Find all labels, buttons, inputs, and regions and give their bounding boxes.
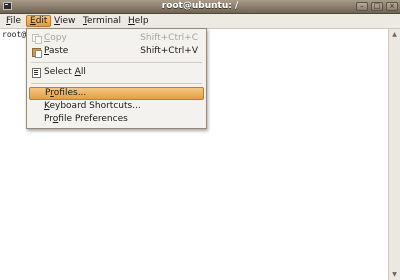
menu-file[interactable]: File xyxy=(3,15,24,27)
menu-item-keyboard-shortcuts[interactable]: Keyboard Shortcuts... xyxy=(29,100,204,113)
edit-menu-dropdown: Copy Shift+Ctrl+C Paste Shift+Ctrl+V Sel… xyxy=(26,28,207,129)
menu-help-mnemonic: H xyxy=(128,16,135,26)
menu-separator xyxy=(31,62,202,63)
menu-edit[interactable]: Edit xyxy=(26,15,52,27)
paste-shortcut: Shift+Ctrl+V xyxy=(140,46,198,56)
menu-view-label-post: iew xyxy=(59,16,76,26)
menu-separator xyxy=(31,83,202,84)
window-title: root@ubuntu: / xyxy=(161,1,239,11)
menu-help-label-post: elp xyxy=(134,16,149,26)
menu-bar: File Edit View Terminal Help xyxy=(0,14,400,29)
profiles-label: Profiles... xyxy=(45,88,87,98)
menu-edit-label-post: dit xyxy=(35,16,48,26)
vertical-scrollbar[interactable]: ▲ ▼ xyxy=(388,29,400,280)
menu-terminal-label-post: erminal xyxy=(86,16,122,26)
shell-prompt: root@ xyxy=(2,30,27,39)
select-all-label: Select All xyxy=(44,67,86,77)
scroll-down-arrow-icon[interactable]: ▼ xyxy=(390,270,399,279)
title-bar[interactable]: root@ubuntu: / – □ × xyxy=(0,0,400,14)
copy-shortcut: Shift+Ctrl+C xyxy=(140,33,198,43)
terminal-window: root@ubuntu: / – □ × File Edit View Term… xyxy=(0,0,400,280)
copy-icon xyxy=(32,34,42,44)
copy-label: Copy xyxy=(44,33,67,43)
menu-item-copy[interactable]: Copy Shift+Ctrl+C xyxy=(29,32,204,45)
paste-label: Paste xyxy=(44,46,69,56)
profile-preferences-label: Profile Preferences xyxy=(44,114,128,124)
maximize-button[interactable]: □ xyxy=(371,2,383,11)
menu-item-profile-preferences[interactable]: Profile Preferences xyxy=(29,113,204,126)
menu-file-label-post: ile xyxy=(10,16,22,26)
menu-terminal[interactable]: Terminal xyxy=(80,15,124,27)
scroll-up-arrow-icon[interactable]: ▲ xyxy=(390,30,399,39)
keyboard-shortcuts-label: Keyboard Shortcuts... xyxy=(44,101,141,111)
paste-icon xyxy=(32,47,42,58)
menu-item-profiles[interactable]: Profiles... xyxy=(29,87,204,100)
close-button[interactable]: × xyxy=(386,2,398,11)
menu-view[interactable]: View xyxy=(51,15,78,27)
minimize-button[interactable]: – xyxy=(356,2,368,11)
menu-item-paste[interactable]: Paste Shift+Ctrl+V xyxy=(29,45,204,58)
menu-item-select-all[interactable]: Select All xyxy=(29,66,204,79)
menu-help[interactable]: Help xyxy=(125,15,152,27)
select-all-icon xyxy=(32,68,41,78)
